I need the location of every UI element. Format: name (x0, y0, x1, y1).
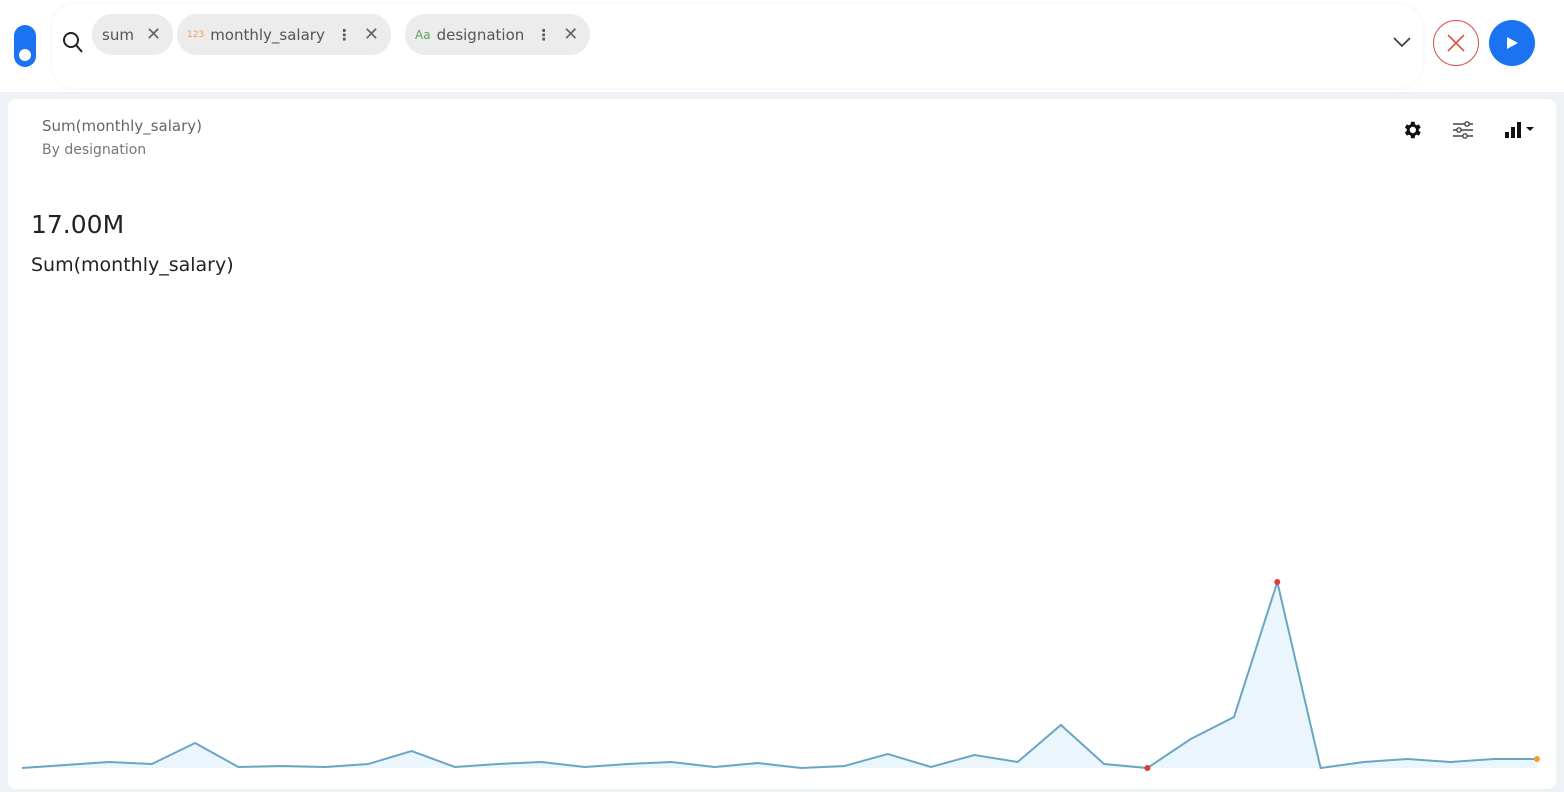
min-point[interactable] (1144, 765, 1151, 771)
area-chart (21, 578, 1540, 771)
area-fill (22, 582, 1537, 768)
last-point[interactable] (1534, 755, 1540, 762)
max-point[interactable] (1274, 579, 1281, 585)
